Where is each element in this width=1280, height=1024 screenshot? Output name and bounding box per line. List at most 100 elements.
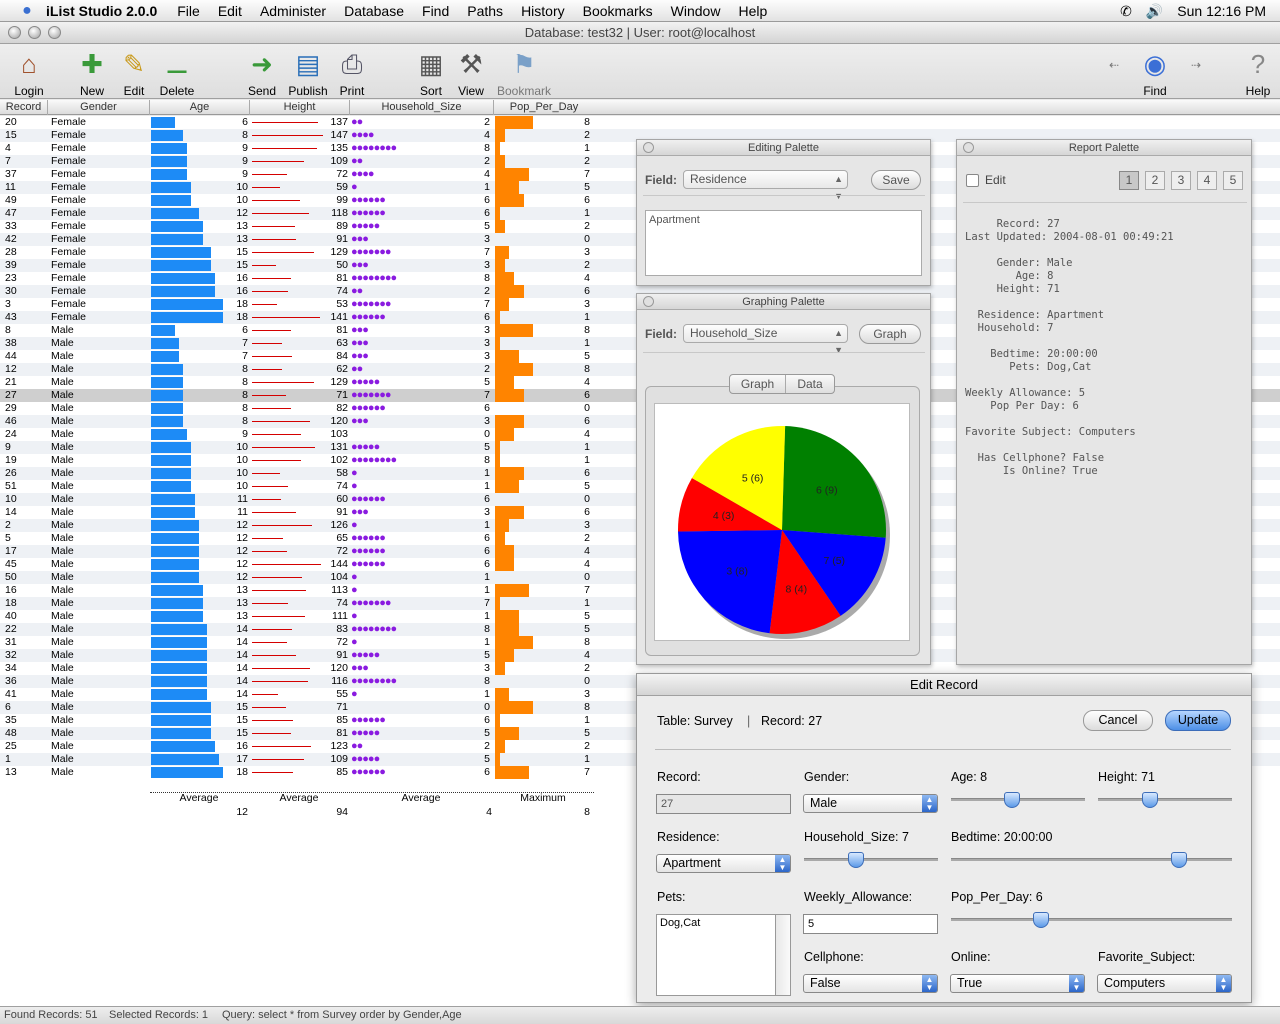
- slider-knob[interactable]: [1033, 912, 1049, 928]
- clock[interactable]: Sun 12:16 PM: [1177, 3, 1266, 19]
- palette-close-button[interactable]: [963, 142, 974, 153]
- new-button[interactable]: ✚ New: [76, 48, 108, 98]
- publish-button[interactable]: ▤ Publish: [286, 48, 330, 98]
- household-dots: ●●●●●●: [351, 714, 386, 726]
- menu-bookmarks[interactable]: Bookmarks: [583, 3, 653, 19]
- update-button[interactable]: Update: [1165, 710, 1231, 731]
- gender-cell: Male: [51, 649, 74, 661]
- age-cell: 8: [242, 376, 248, 388]
- help-button[interactable]: ? Help: [1240, 48, 1276, 98]
- report-line: Height: 71: [965, 283, 1060, 295]
- pop-bar: [495, 116, 533, 129]
- height-slider[interactable]: [1098, 792, 1232, 808]
- sort-button[interactable]: ▦ Sort: [414, 48, 448, 98]
- online-select[interactable]: True ▲ ▼: [950, 974, 1085, 993]
- page-button-2[interactable]: 2: [1145, 171, 1165, 190]
- edit-button[interactable]: ✎ Edit: [118, 48, 150, 98]
- record-cell: 44: [5, 350, 17, 362]
- menu-help[interactable]: Help: [738, 3, 767, 19]
- weekly-allowance-field[interactable]: 5: [803, 914, 938, 934]
- tab-graph[interactable]: Graph: [730, 375, 786, 393]
- menu-administer[interactable]: Administer: [260, 3, 326, 19]
- column-header-height[interactable]: Height: [250, 100, 350, 115]
- menu-edit[interactable]: Edit: [218, 3, 242, 19]
- pop-cell: 1: [584, 441, 590, 453]
- height-cell: 53: [336, 298, 348, 310]
- menu-database[interactable]: Database: [344, 3, 404, 19]
- page-button-1[interactable]: 1: [1119, 171, 1139, 190]
- editing-text-area[interactable]: Apartment: [645, 210, 922, 276]
- app-menu[interactable]: iList Studio 2.0.0: [46, 3, 157, 19]
- table-row[interactable]: 20 Female 6 137 ●● 2 8: [0, 116, 1280, 129]
- pop-cell: 1: [584, 454, 590, 466]
- favorite-subject-select[interactable]: Computers ▲ ▼: [1097, 974, 1232, 993]
- find-button[interactable]: ◉ Find: [1136, 48, 1174, 98]
- phone-icon[interactable]: ✆: [1120, 3, 1132, 20]
- pets-listbox[interactable]: Dog,Cat: [656, 914, 776, 996]
- back-arrow-icon[interactable]: ⇠: [1104, 58, 1124, 72]
- bedtime-slider[interactable]: [951, 852, 1232, 868]
- close-window-button[interactable]: [8, 26, 21, 39]
- view-button[interactable]: ⚒ View: [454, 48, 488, 98]
- graphing-field-select[interactable]: Household_Size ▲ ▼: [683, 324, 848, 355]
- cancel-button[interactable]: Cancel: [1083, 710, 1153, 731]
- page-button-5[interactable]: 5: [1223, 171, 1243, 190]
- menu-paths[interactable]: Paths: [467, 3, 503, 19]
- age-cell: 18: [236, 766, 248, 778]
- delete-button[interactable]: ⚊ Delete: [158, 48, 196, 98]
- gender-select[interactable]: Male ▲ ▼: [803, 794, 938, 813]
- forward-arrow-icon[interactable]: ⇢: [1186, 58, 1206, 72]
- graph-button[interactable]: Graph: [859, 324, 921, 344]
- print-button[interactable]: ⎙ Print: [336, 48, 368, 98]
- login-button[interactable]: ⌂ Login: [10, 48, 48, 98]
- column-header-pop-per-day[interactable]: Pop_Per_Day: [494, 100, 594, 115]
- slider-knob[interactable]: [1142, 792, 1158, 808]
- height-line: [252, 707, 286, 708]
- household-dots: ●●●●●: [351, 376, 380, 388]
- cellphone-select[interactable]: False ▲ ▼: [803, 974, 938, 993]
- pop-cell: 3: [584, 246, 590, 258]
- send-button[interactable]: ➜ Send: [246, 48, 278, 98]
- column-header-age[interactable]: Age: [150, 100, 250, 115]
- minimize-window-button[interactable]: [28, 26, 41, 39]
- page-button-4[interactable]: 4: [1197, 171, 1217, 190]
- age-cell: 13: [236, 233, 248, 245]
- column-header-gender[interactable]: Gender: [48, 100, 150, 115]
- editing-field-select[interactable]: Residence ▲ ▼: [683, 170, 848, 201]
- pop-per-day-label: Pop_Per_Day: 6: [951, 890, 1043, 904]
- gender-cell: Male: [51, 415, 74, 427]
- pop-bar: [495, 181, 519, 194]
- tab-data[interactable]: Data: [786, 375, 834, 393]
- palette-close-button[interactable]: [643, 142, 654, 153]
- pop-per-day-slider[interactable]: [951, 912, 1232, 928]
- household-cell: 6: [484, 207, 490, 219]
- menu-find[interactable]: Find: [422, 3, 449, 19]
- apple-menu-icon[interactable]: ●: [18, 2, 36, 20]
- column-header-household-size[interactable]: Household_Size: [350, 100, 494, 115]
- menu-window[interactable]: Window: [671, 3, 721, 19]
- palette-close-button[interactable]: [643, 296, 654, 307]
- slider-knob[interactable]: [848, 852, 864, 868]
- volume-icon[interactable]: 🔊: [1146, 3, 1163, 20]
- menu-history[interactable]: History: [521, 3, 565, 19]
- edit-checkbox[interactable]: [966, 174, 979, 187]
- slider-knob[interactable]: [1004, 792, 1020, 808]
- age-slider[interactable]: [951, 792, 1085, 808]
- residence-select[interactable]: Apartment ▲ ▼: [656, 854, 791, 873]
- record-cell: 31: [5, 636, 17, 648]
- save-button[interactable]: Save: [871, 170, 921, 190]
- menu-file[interactable]: File: [177, 3, 200, 19]
- bookmark-button[interactable]: ⚑ Bookmark: [494, 48, 554, 98]
- pop-bar: [495, 532, 505, 545]
- graphing-palette-title: Graphing Palette: [637, 294, 930, 310]
- zoom-window-button[interactable]: [48, 26, 61, 39]
- age-cell: 17: [236, 753, 248, 765]
- report-line: [965, 439, 1245, 452]
- household-dots: ●●●●●●: [351, 766, 386, 778]
- slider-knob[interactable]: [1171, 852, 1187, 868]
- pets-scrollbar[interactable]: [776, 914, 791, 996]
- household-cell: 7: [484, 246, 490, 258]
- page-button-3[interactable]: 3: [1171, 171, 1191, 190]
- household-size-slider[interactable]: [804, 852, 938, 868]
- column-header-record[interactable]: Record: [0, 100, 48, 115]
